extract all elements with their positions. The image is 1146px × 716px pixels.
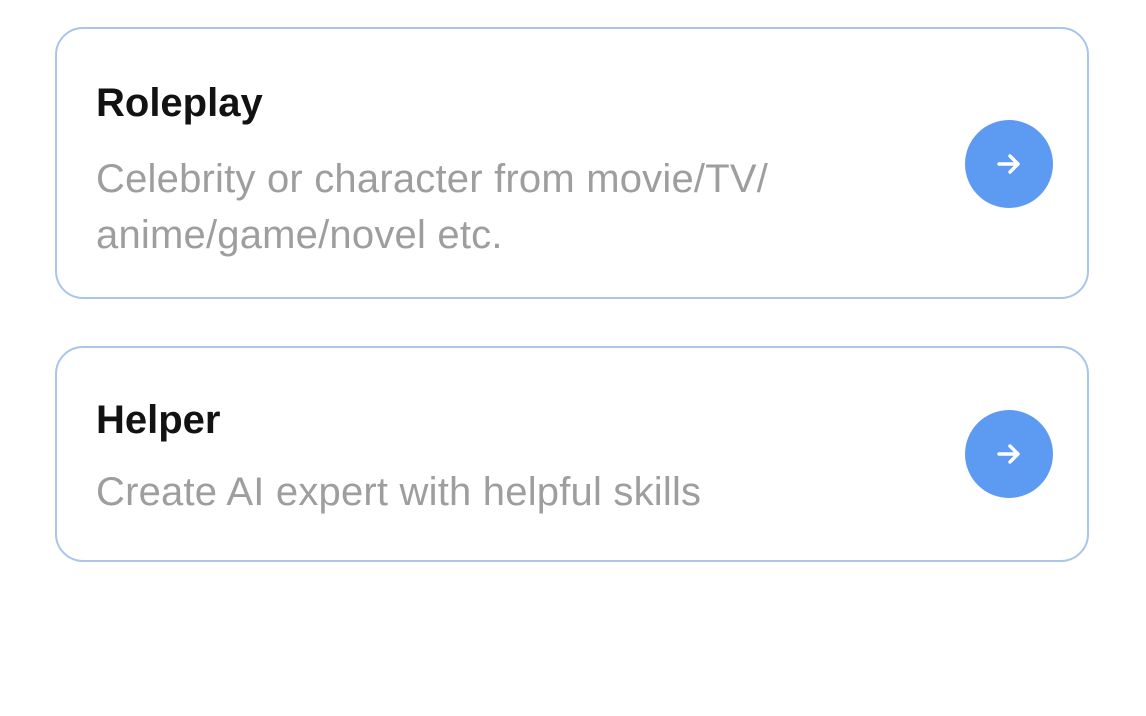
helper-card-text: Helper Create AI expert with helpful ski… [96,396,887,520]
helper-card[interactable]: Helper Create AI expert with helpful ski… [55,346,1089,562]
helper-arrow-button[interactable] [965,410,1053,498]
arrow-right-icon [994,149,1024,179]
roleplay-arrow-button[interactable] [965,120,1053,208]
helper-description: Create AI expert with helpful skills [96,470,702,514]
roleplay-card[interactable]: Roleplay Celebrity or character from mov… [55,27,1089,299]
roleplay-description: Celebrity or character from movie/TV/ an… [96,157,769,257]
helper-title: Helper [96,398,221,442]
roleplay-card-text: Roleplay Celebrity or character from mov… [96,79,887,263]
roleplay-title: Roleplay [96,81,263,125]
arrow-right-icon [994,439,1024,469]
